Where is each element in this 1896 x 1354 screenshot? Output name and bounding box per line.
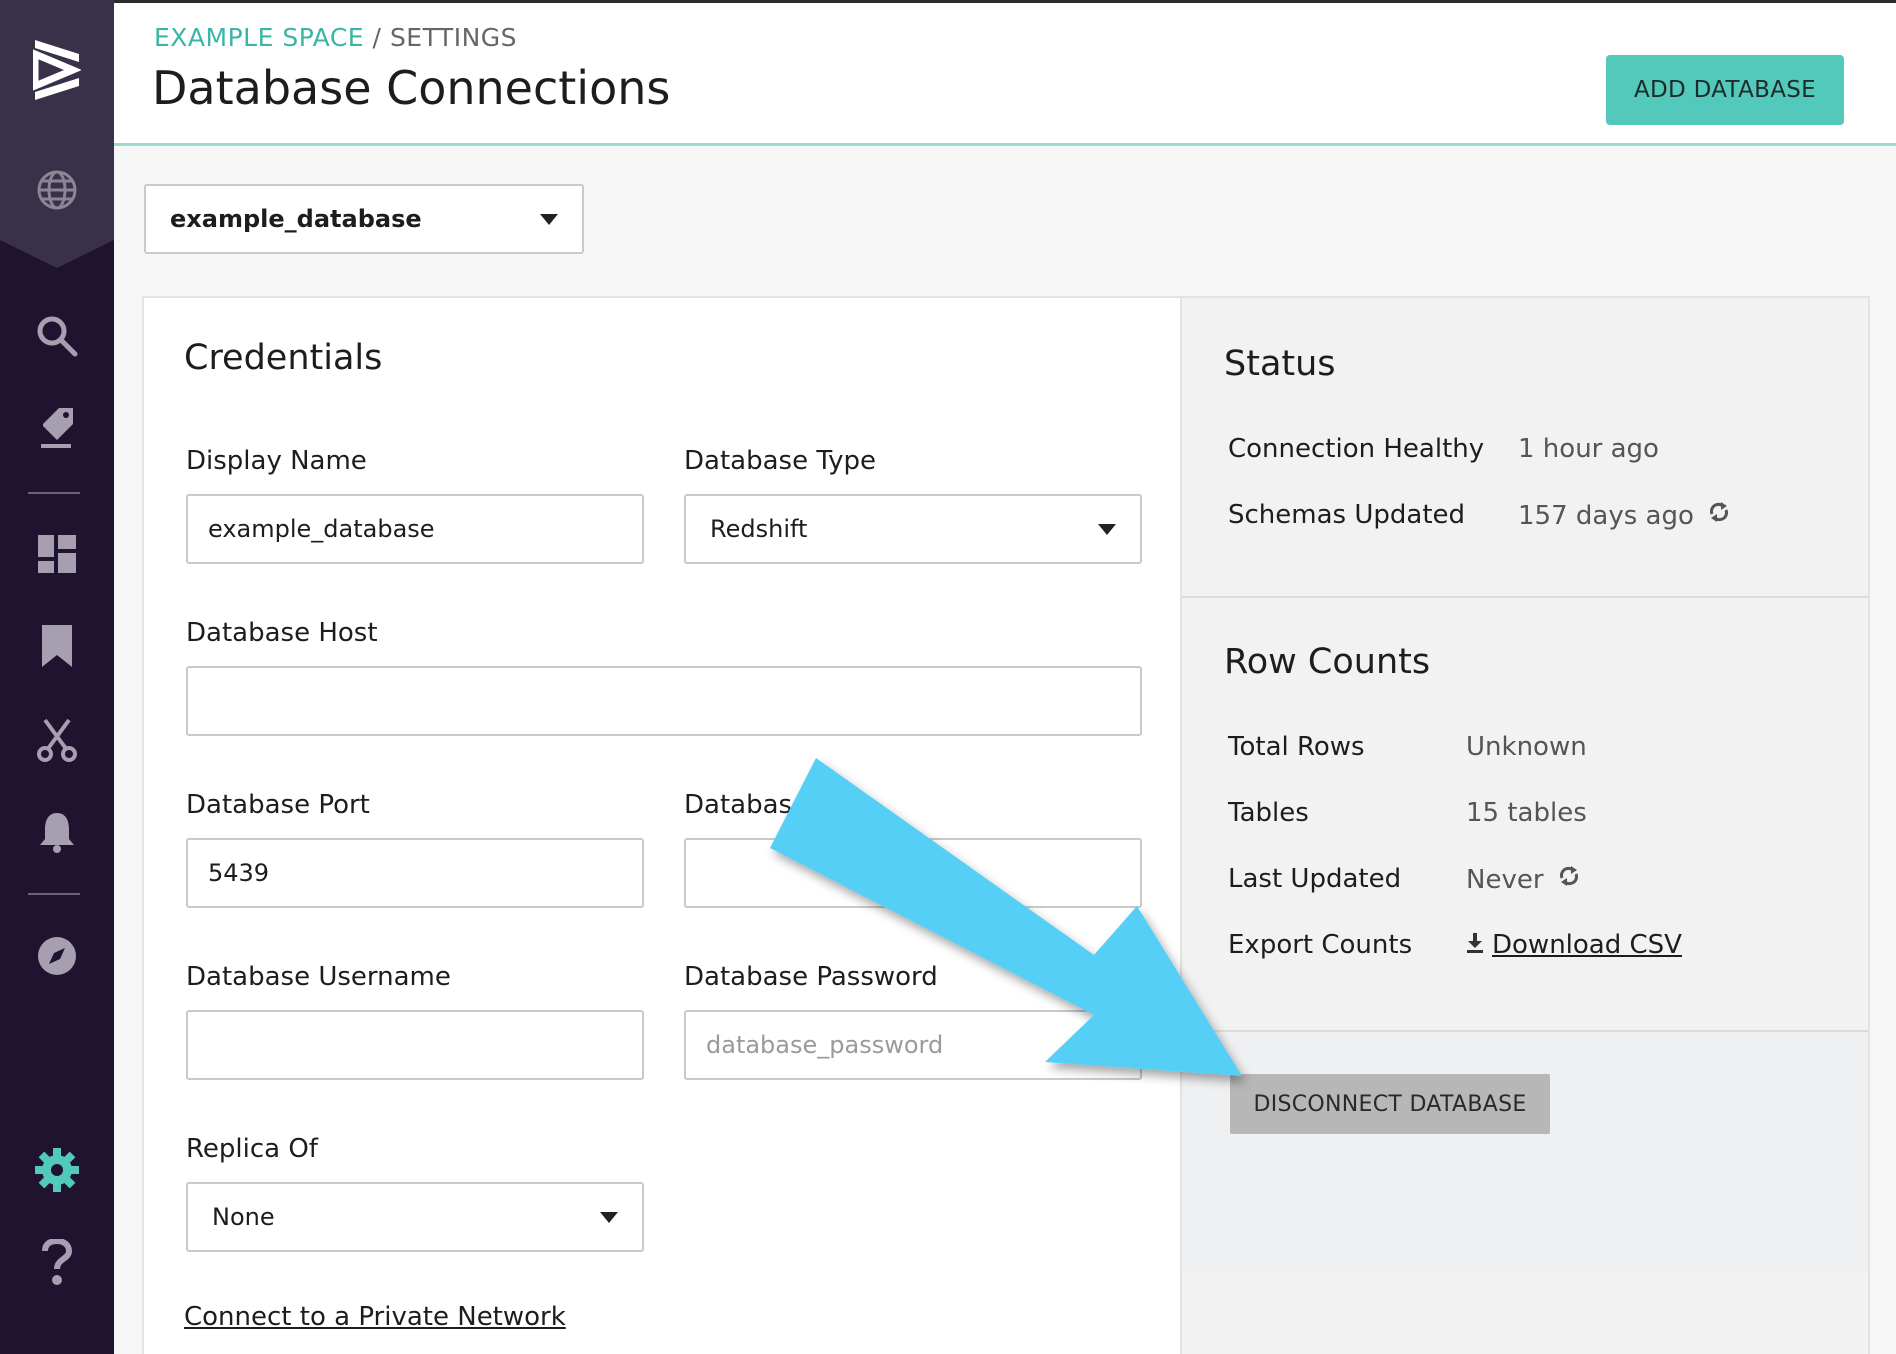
database-type-label: Database Type <box>684 446 877 476</box>
chevron-down-icon <box>540 214 558 225</box>
bookmark-icon[interactable] <box>0 616 114 676</box>
database-password-label: Database Password <box>684 962 938 992</box>
refresh-icon[interactable] <box>1708 500 1730 531</box>
database-port-label: Database Port <box>186 790 370 820</box>
database-select[interactable]: example_database <box>144 184 584 254</box>
connection-healthy-value: 1 hour ago <box>1518 434 1659 464</box>
database-host-label: Database Host <box>186 618 378 648</box>
last-updated-text: Never <box>1466 864 1544 895</box>
replica-of-label: Replica Of <box>186 1134 318 1164</box>
export-counts-label: Export Counts <box>1228 930 1413 960</box>
replica-of-select[interactable]: None <box>186 1182 644 1252</box>
last-updated-value: Never <box>1466 864 1580 895</box>
connection-healthy-text: 1 hour ago <box>1518 434 1659 464</box>
status-title: Status <box>1224 344 1336 384</box>
logo-icon[interactable] <box>0 40 114 100</box>
tables-value: 15 tables <box>1466 798 1587 828</box>
export-counts-value: Download CSV <box>1466 930 1682 960</box>
row-counts-title: Row Counts <box>1224 642 1431 682</box>
database-type-select[interactable]: Redshift <box>684 494 1142 564</box>
add-database-button[interactable]: ADD DATABASE <box>1606 55 1844 125</box>
search-icon[interactable] <box>0 306 114 366</box>
section-divider <box>1182 596 1868 598</box>
download-icon[interactable] <box>1466 930 1484 960</box>
schemas-updated-value: 157 days ago <box>1518 500 1730 531</box>
chevron-down-icon <box>1098 524 1116 535</box>
gear-icon[interactable] <box>0 1140 114 1200</box>
tag-icon[interactable] <box>0 398 114 458</box>
display-name-value: example_database <box>208 515 435 543</box>
database-username-input[interactable] <box>186 1010 644 1080</box>
sidebar-divider <box>28 492 80 494</box>
connection-healthy-label: Connection Healthy <box>1228 434 1485 464</box>
disconnect-database-button[interactable]: DISCONNECT DATABASE <box>1230 1074 1550 1134</box>
last-updated-label: Last Updated <box>1228 864 1402 894</box>
database-password-input[interactable]: database_password <box>684 1010 1142 1080</box>
database-select-value: example_database <box>170 205 422 233</box>
globe-icon[interactable] <box>0 160 114 220</box>
scissors-icon[interactable] <box>0 710 114 770</box>
dashboard-icon[interactable] <box>0 524 114 584</box>
page-title: Database Connections <box>152 61 671 115</box>
sidebar-divider <box>28 893 80 895</box>
status-panel: Status Connection Healthy 1 hour ago Sch… <box>1182 296 1870 1354</box>
breadcrumb: EXAMPLE SPACE / SETTINGS <box>154 23 517 52</box>
display-name-input[interactable]: example_database <box>186 494 644 564</box>
total-rows-value: Unknown <box>1466 732 1587 762</box>
credentials-panel: Credentials Display Name example_databas… <box>142 296 1182 1354</box>
database-name-input[interactable] <box>684 838 1142 908</box>
download-csv-link[interactable]: Download CSV <box>1492 930 1682 960</box>
database-port-input[interactable]: 5439 <box>186 838 644 908</box>
schemas-updated-label: Schemas Updated <box>1228 500 1466 530</box>
database-type-value: Redshift <box>710 515 808 543</box>
database-username-label: Database Username <box>186 962 451 992</box>
disconnect-section <box>1182 1032 1868 1272</box>
tables-label: Tables <box>1228 798 1309 828</box>
database-host-input[interactable] <box>186 666 1142 736</box>
bell-icon[interactable] <box>0 802 114 862</box>
breadcrumb-space-link[interactable]: EXAMPLE SPACE <box>154 23 364 52</box>
compass-icon[interactable] <box>0 926 114 986</box>
total-rows-label: Total Rows <box>1228 732 1365 762</box>
database-password-placeholder: database_password <box>706 1031 944 1059</box>
replica-of-value: None <box>212 1203 275 1231</box>
database-port-value: 5439 <box>208 859 270 887</box>
display-name-label: Display Name <box>186 446 367 476</box>
help-icon[interactable] <box>0 1232 114 1292</box>
tables-text: 15 tables <box>1466 798 1587 828</box>
credentials-title: Credentials <box>184 338 383 378</box>
schemas-updated-text: 157 days ago <box>1518 500 1694 531</box>
database-name-label: Databas <box>684 790 793 820</box>
chevron-down-icon <box>600 1212 618 1223</box>
refresh-icon[interactable] <box>1558 864 1580 895</box>
connect-private-network-link[interactable]: Connect to a Private Network <box>184 1302 566 1332</box>
breadcrumb-settings: SETTINGS <box>389 23 518 52</box>
top-header: EXAMPLE SPACE / SETTINGS Database Connec… <box>114 0 1896 146</box>
total-rows-text: Unknown <box>1466 732 1587 762</box>
breadcrumb-separator: / <box>364 23 390 52</box>
sidebar <box>0 0 114 1354</box>
